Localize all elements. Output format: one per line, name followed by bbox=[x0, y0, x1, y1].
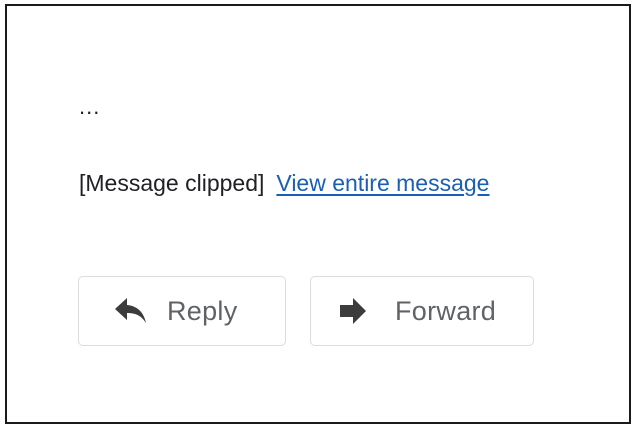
message-clipped-label: [Message clipped] bbox=[79, 170, 265, 196]
email-message-panel: ... [Message clipped] View entire message… bbox=[5, 4, 631, 424]
reply-arrow-icon bbox=[113, 293, 149, 329]
forward-button[interactable]: Forward bbox=[310, 276, 534, 346]
message-clipped-notice: [Message clipped] View entire message bbox=[79, 170, 489, 198]
view-entire-message-link[interactable]: View entire message bbox=[276, 170, 489, 196]
forward-button-label: Forward bbox=[395, 295, 497, 326]
forward-arrow-icon bbox=[335, 293, 371, 329]
reply-button[interactable]: Reply bbox=[78, 276, 286, 346]
reply-button-label: Reply bbox=[167, 295, 238, 326]
trimmed-content-ellipsis: ... bbox=[79, 94, 101, 119]
